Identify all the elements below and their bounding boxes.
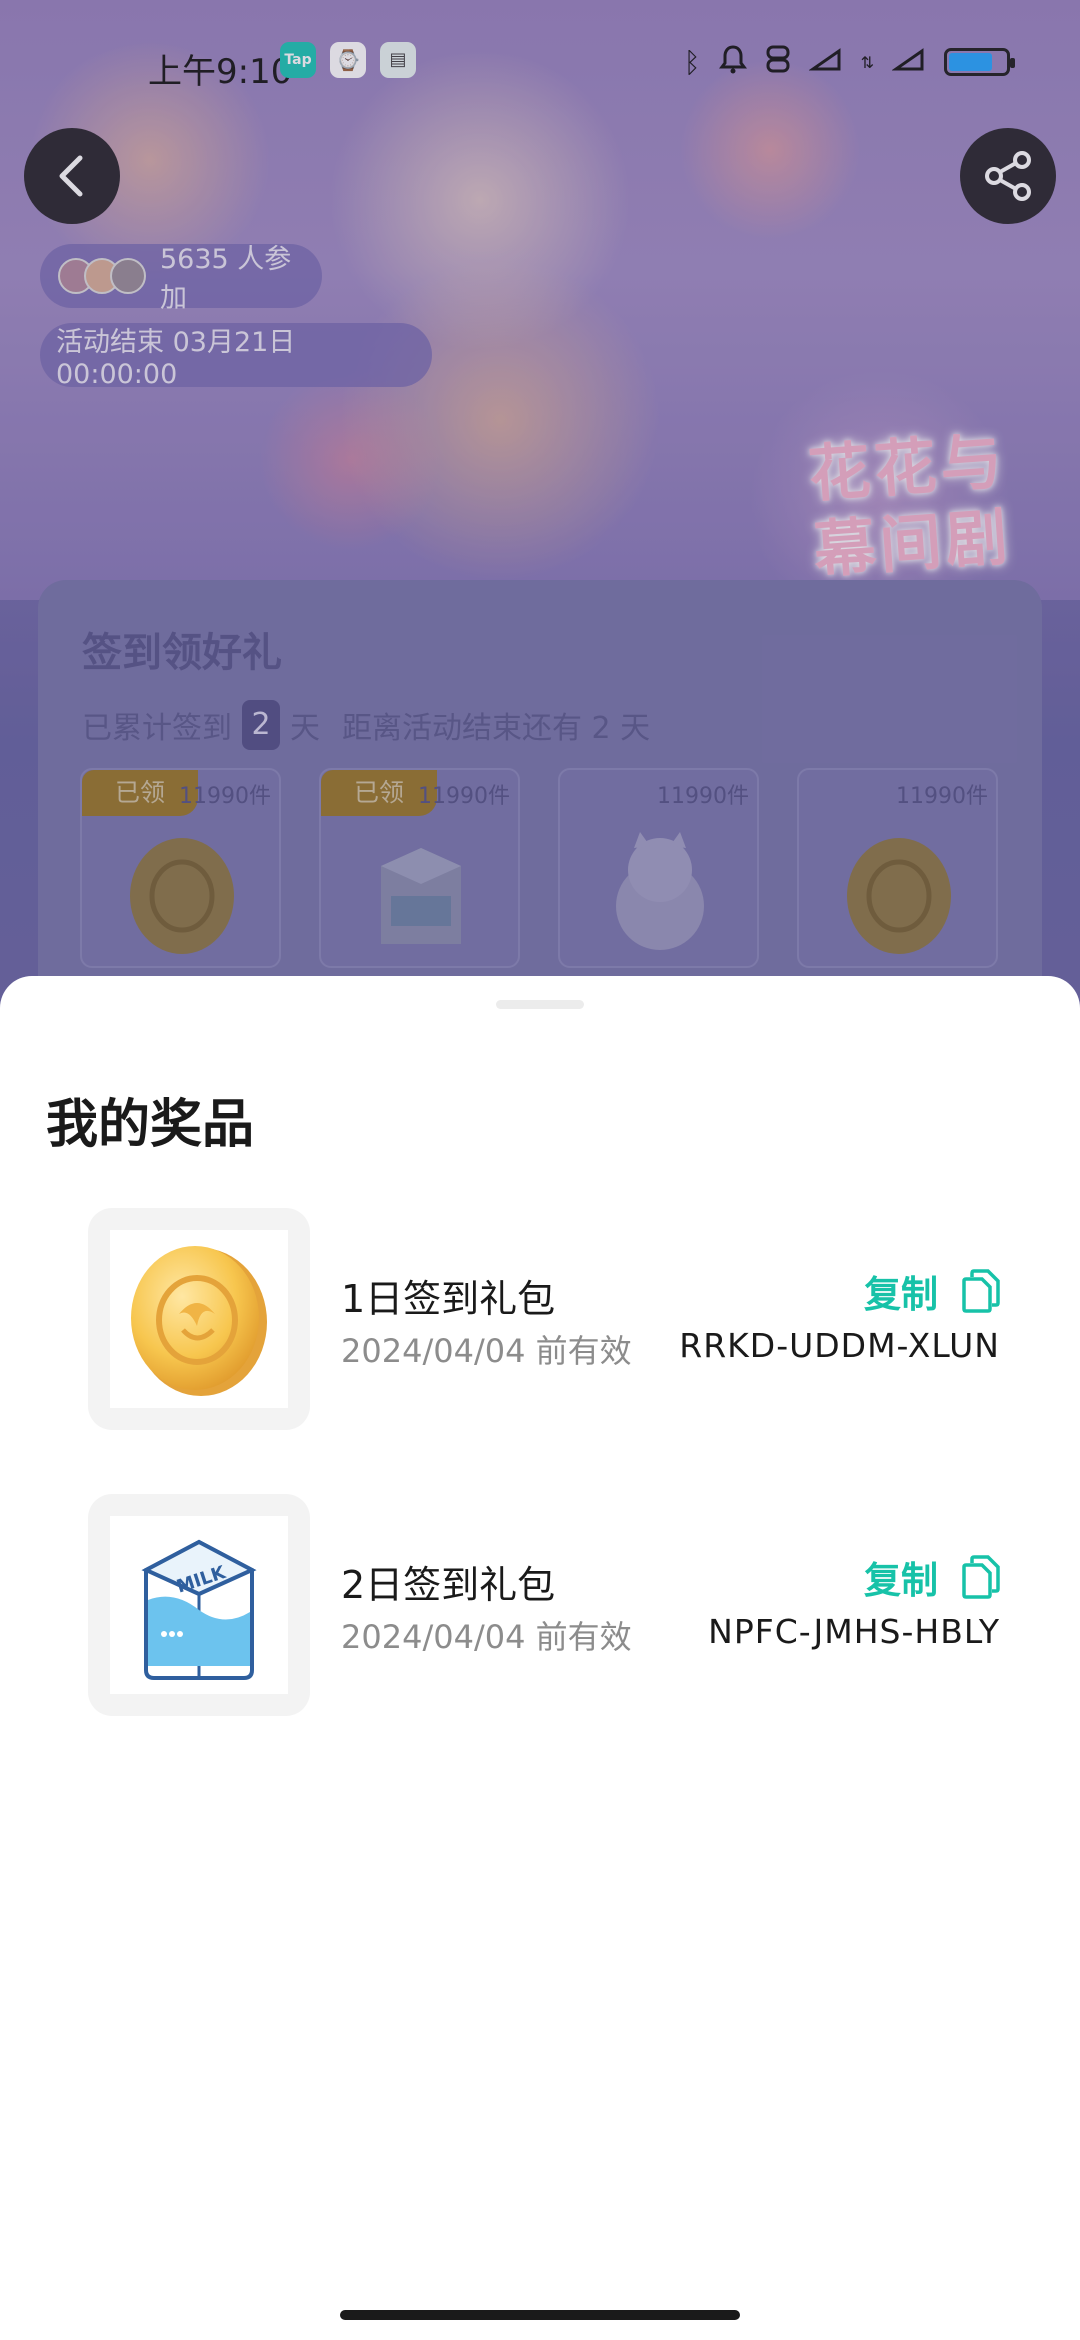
modal-scrim[interactable] bbox=[0, 0, 1080, 1060]
prize-code: NPFC-JMHS-HBLY bbox=[708, 1612, 1000, 1651]
copy-icon bbox=[962, 1269, 1000, 1313]
coin-icon bbox=[131, 1246, 267, 1396]
prize-code: RRKD-UDDM-XLUN bbox=[679, 1326, 1000, 1365]
activity-page-background: 花花与幕间剧 上午9:10 Tap ⌚ ▤ ᛒ ⇅ 5635 人参加 活动结束 … bbox=[0, 0, 1080, 1060]
copy-icon bbox=[962, 1555, 1000, 1599]
prize-validity: 2024/04/04 前有效 bbox=[341, 1332, 632, 1370]
prize-validity: 2024/04/04 前有效 bbox=[341, 1618, 632, 1656]
milk-carton-icon: MILK bbox=[141, 1539, 257, 1680]
copy-label: 复制 bbox=[864, 1273, 938, 1316]
prize-thumbnail bbox=[88, 1208, 310, 1430]
prize-thumbnail: MILK bbox=[88, 1494, 310, 1716]
sheet-drag-handle[interactable] bbox=[496, 1000, 584, 1009]
prize-item: MILK 2日签到礼包 2024/04/04 前有效 复制 NPFC-JMHS-… bbox=[88, 1494, 1000, 1716]
copy-code-button[interactable]: 复制 bbox=[864, 1550, 1000, 1604]
home-indicator[interactable] bbox=[340, 2310, 740, 2320]
copy-label: 复制 bbox=[864, 1559, 938, 1602]
my-prizes-sheet: 我的奖品 1日签到礼包 2024/04/04 前有效 复制 RRKD-UDDM-… bbox=[0, 976, 1080, 2340]
prize-item: 1日签到礼包 2024/04/04 前有效 复制 RRKD-UDDM-XLUN bbox=[88, 1208, 1000, 1430]
sheet-title: 我的奖品 bbox=[46, 1095, 255, 1155]
prize-name: 1日签到礼包 bbox=[341, 1277, 556, 1321]
prize-name: 2日签到礼包 bbox=[341, 1563, 556, 1607]
copy-code-button[interactable]: 复制 bbox=[864, 1264, 1000, 1318]
